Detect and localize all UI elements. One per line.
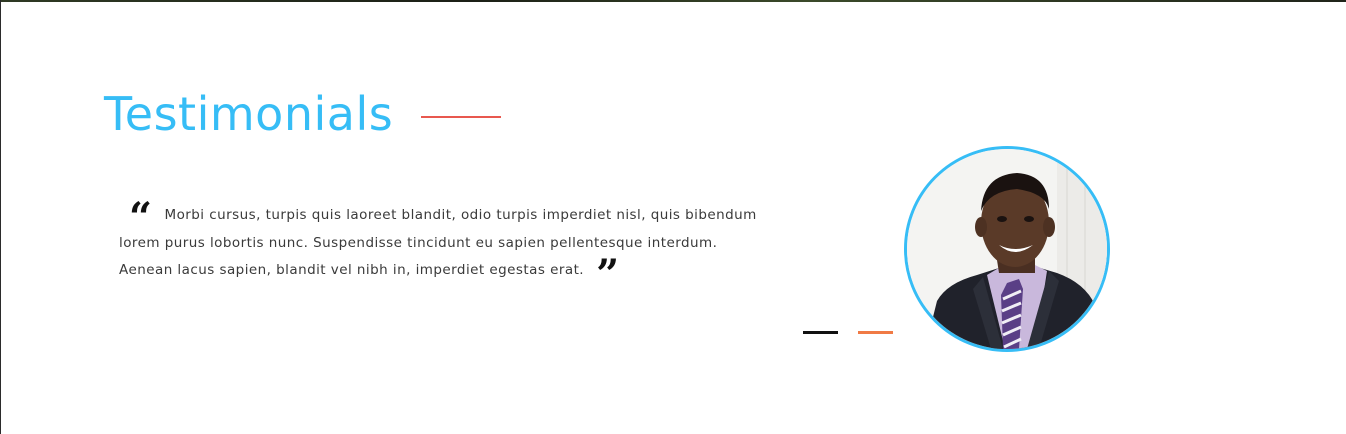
testimonial-pager bbox=[803, 331, 893, 334]
pager-dot-1[interactable] bbox=[803, 331, 838, 334]
testimonial-quote: “Morbi cursus, turpis quis laoreet bland… bbox=[119, 194, 759, 298]
top-image-strip bbox=[0, 0, 1346, 2]
testimonial-avatar bbox=[904, 146, 1110, 352]
section-header: Testimonials bbox=[104, 84, 502, 144]
title-accent-rule bbox=[421, 116, 502, 118]
person-photo-icon bbox=[907, 149, 1107, 349]
section-title: Testimonials bbox=[104, 87, 394, 141]
open-quote-icon: “ bbox=[129, 194, 153, 241]
pager-dot-2[interactable] bbox=[858, 331, 893, 334]
close-quote-icon: ” bbox=[596, 251, 620, 298]
testimonial-text: Morbi cursus, turpis quis laoreet blandi… bbox=[119, 207, 757, 278]
left-border bbox=[0, 0, 1, 434]
